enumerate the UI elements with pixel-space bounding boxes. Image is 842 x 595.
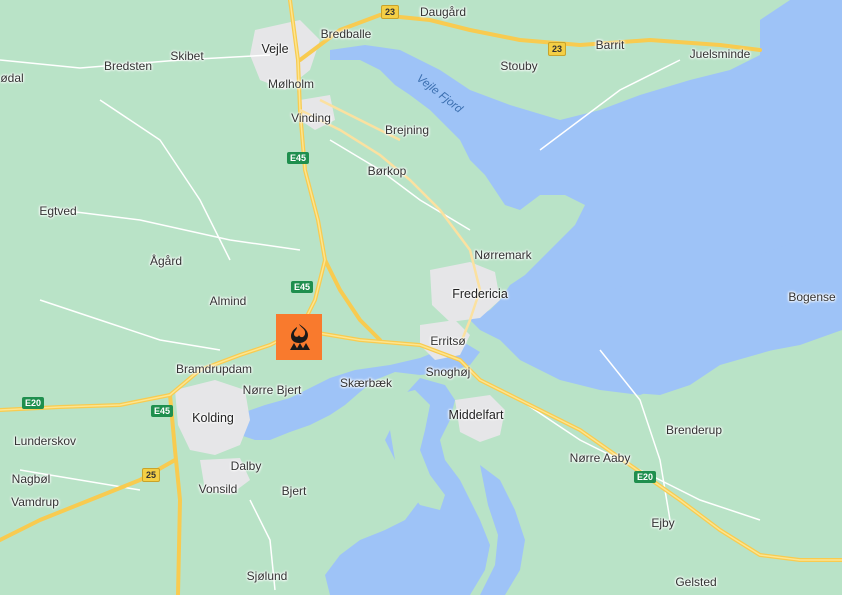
place-label[interactable]: Lunderskov [14,434,76,448]
place-label[interactable]: Nagbøl [12,472,51,486]
road-shield: E45 [286,152,310,164]
place-label[interactable]: Fredericia [452,287,508,301]
road-shield: E45 [290,281,314,293]
place-label[interactable]: Vamdrup [11,495,59,509]
road-shield: 25 [141,468,161,482]
place-label[interactable]: Ejby [651,516,674,530]
place-label[interactable]: Snoghøj [426,365,471,379]
place-label[interactable]: Vonsild [199,482,238,496]
place-label[interactable]: Bredballe [321,27,372,41]
place-label[interactable]: Skærbæk [340,376,392,390]
place-label[interactable]: Nørremark [474,248,531,262]
place-label[interactable]: Bramdrupdam [176,362,252,376]
fire-marker[interactable] [276,314,322,360]
place-label[interactable]: Bjert [282,484,307,498]
place-label[interactable]: Sjølund [247,569,288,583]
road-shield: E45 [150,405,174,417]
place-label[interactable]: Vinding [291,111,331,125]
place-label[interactable]: Gelsted [675,575,716,589]
road-shield: E20 [21,397,45,409]
place-label[interactable]: Kolding [192,411,234,425]
road-shield: 23 [380,5,400,19]
place-label[interactable]: Skibet [170,49,203,63]
road-shield: 23 [547,42,567,56]
place-label[interactable]: Nørre Bjert [243,383,302,397]
road-shield: E20 [633,471,657,483]
place-label[interactable]: Brenderup [666,423,722,437]
place-label[interactable]: Nørre Aaby [570,451,631,465]
place-label[interactable]: Almind [210,294,247,308]
place-label[interactable]: Vejle [261,42,288,56]
place-label[interactable]: ødal [0,71,23,85]
map-base [0,0,842,595]
place-label[interactable]: Brejning [385,123,429,137]
place-label[interactable]: Børkop [368,164,407,178]
place-label[interactable]: Bogense [788,290,835,304]
fire-icon [290,324,310,350]
place-label[interactable]: Daugård [420,5,466,19]
place-label[interactable]: Bredsten [104,59,152,73]
place-label[interactable]: Erritsø [430,334,465,348]
place-label[interactable]: Ågård [150,254,182,268]
place-label[interactable]: Egtved [39,204,76,218]
place-label[interactable]: Barrit [596,38,625,52]
place-label[interactable]: Dalby [231,459,262,473]
map-canvas[interactable]: Vejle Fjord Vejle Bredballe Daugård Stouby B… [0,0,842,595]
place-label[interactable]: Mølholm [268,77,314,91]
place-label[interactable]: Juelsminde [690,47,751,61]
place-label[interactable]: Stouby [500,59,537,73]
place-label[interactable]: Middelfart [449,408,504,422]
